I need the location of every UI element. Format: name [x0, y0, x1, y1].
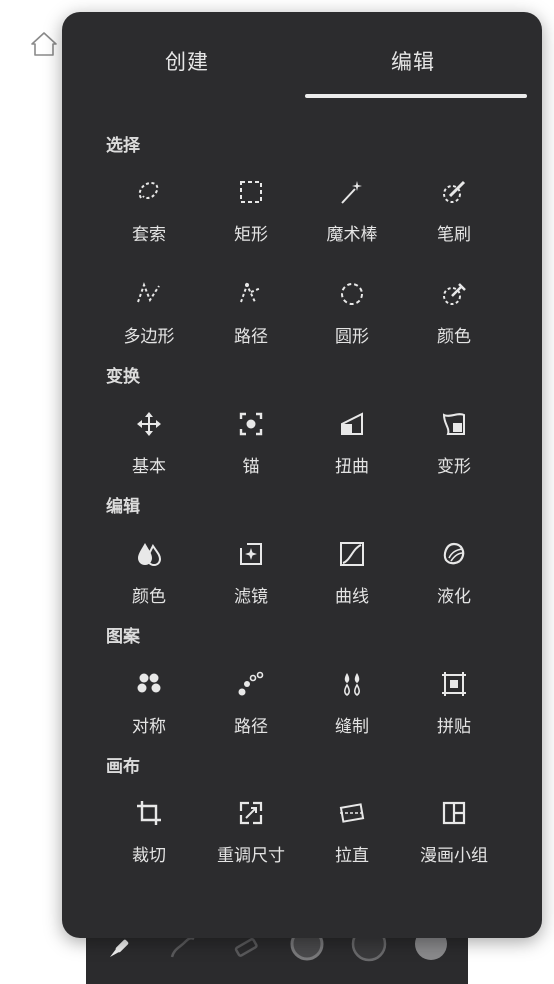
smudge-icon — [164, 936, 202, 967]
tool-path[interactable]: 路径 — [201, 280, 301, 360]
tool-label: 变形 — [437, 457, 471, 477]
eraser-icon — [226, 938, 264, 967]
active-tab-indicator — [305, 94, 527, 98]
section-title-transform: 变换 — [106, 367, 140, 387]
tool-distort[interactable]: 扭曲 — [302, 410, 402, 490]
magic-wand-icon — [338, 178, 366, 206]
tool-label: 锚 — [242, 457, 260, 477]
tool-color-select[interactable]: 颜色 — [404, 280, 504, 360]
tool-polygon[interactable]: 多边形 — [99, 280, 199, 360]
straighten-icon — [338, 799, 366, 827]
tool-comic-panel[interactable]: 漫画小组 — [404, 799, 504, 879]
tool-label: 液化 — [437, 587, 471, 607]
symmetry-icon — [135, 670, 163, 698]
tool-label: 滤镜 — [234, 587, 268, 607]
tab-bar: 创建 编辑 — [62, 12, 542, 102]
tool-label: 扭曲 — [335, 457, 369, 477]
home-icon — [28, 32, 60, 64]
tab-create[interactable]: 创建 — [67, 46, 307, 76]
resize-icon — [237, 799, 265, 827]
tool-transform-basic[interactable]: 基本 — [99, 410, 199, 490]
tool-label: 多边形 — [123, 327, 175, 347]
tool-label: 套索 — [132, 225, 166, 245]
section-title-edit: 编辑 — [106, 497, 140, 517]
distort-icon — [338, 410, 366, 438]
brush-icon — [102, 939, 140, 967]
tool-label: 裁切 — [132, 846, 166, 866]
curves-icon — [338, 540, 366, 568]
ellipse-select-icon — [338, 280, 366, 308]
tool-filter[interactable]: 滤镜 — [201, 540, 301, 620]
tool-label: 圆形 — [335, 327, 369, 347]
tool-magic-wand[interactable]: 魔术棒 — [302, 178, 402, 258]
size-circle-icon — [288, 927, 326, 967]
tool-resize[interactable]: 重调尺寸 — [201, 799, 301, 879]
tool-label: 基本 — [132, 457, 166, 477]
tab-edit[interactable]: 编辑 — [293, 46, 533, 76]
tool-brush-select[interactable]: 笔刷 — [404, 178, 504, 258]
tool-liquify[interactable]: 液化 — [404, 540, 504, 620]
selection-transform-panel: 创建 编辑 选择 套索 矩形 魔术棒 笔刷 多边形 路径 圆形 颜色 变换 基本 — [62, 12, 542, 938]
pattern-path-icon — [237, 670, 265, 698]
tool-label: 路径 — [234, 717, 268, 737]
warp-icon — [440, 410, 468, 438]
tool-label: 笔刷 — [437, 225, 471, 245]
tool-label: 拼贴 — [437, 717, 471, 737]
tool-label: 重调尺寸 — [217, 846, 285, 866]
filter-icon — [237, 540, 265, 568]
color-swatch-icon — [412, 928, 450, 967]
tool-label: 漫画小组 — [420, 846, 488, 866]
crop-icon — [135, 799, 163, 827]
color-drops-icon — [135, 540, 163, 568]
tool-label: 路径 — [234, 327, 268, 347]
tool-label: 拉直 — [335, 846, 369, 866]
tool-rectangle[interactable]: 矩形 — [201, 178, 301, 258]
liquify-icon — [440, 540, 468, 568]
tool-symmetry[interactable]: 对称 — [99, 670, 199, 750]
brush-select-icon — [440, 178, 468, 206]
polygon-select-icon — [135, 280, 163, 308]
tool-label: 缝制 — [335, 717, 369, 737]
tile-icon — [440, 670, 468, 698]
stitch-icon — [338, 670, 366, 698]
tool-ellipse[interactable]: 圆形 — [302, 280, 402, 360]
section-title-select: 选择 — [106, 136, 140, 156]
tool-crop[interactable]: 裁切 — [99, 799, 199, 879]
move-icon — [135, 410, 163, 438]
tool-warp[interactable]: 变形 — [404, 410, 504, 490]
tool-tile[interactable]: 拼贴 — [404, 670, 504, 750]
tool-label: 魔术棒 — [326, 225, 378, 245]
section-title-canvas: 画布 — [106, 757, 140, 777]
tool-label: 颜色 — [132, 587, 166, 607]
tool-label: 颜色 — [437, 327, 471, 347]
tool-stitch[interactable]: 缝制 — [302, 670, 402, 750]
tool-lasso[interactable]: 套索 — [99, 178, 199, 258]
tool-pattern-path[interactable]: 路径 — [201, 670, 301, 750]
color-select-icon — [440, 280, 468, 308]
tool-label: 对称 — [132, 717, 166, 737]
home-button[interactable] — [28, 28, 60, 60]
tool-label: 曲线 — [335, 587, 369, 607]
lasso-icon — [135, 178, 163, 206]
opacity-circle-icon — [350, 926, 388, 967]
comic-panel-icon — [440, 799, 468, 827]
tool-anchor[interactable]: 锚 — [201, 410, 301, 490]
rect-select-icon — [237, 178, 265, 206]
anchor-icon — [237, 410, 265, 438]
path-select-icon — [237, 280, 265, 308]
tool-straighten[interactable]: 拉直 — [302, 799, 402, 879]
tool-color-adjust[interactable]: 颜色 — [99, 540, 199, 620]
tool-label: 矩形 — [234, 225, 268, 245]
section-title-pattern: 图案 — [106, 627, 140, 647]
tool-curves[interactable]: 曲线 — [302, 540, 402, 620]
